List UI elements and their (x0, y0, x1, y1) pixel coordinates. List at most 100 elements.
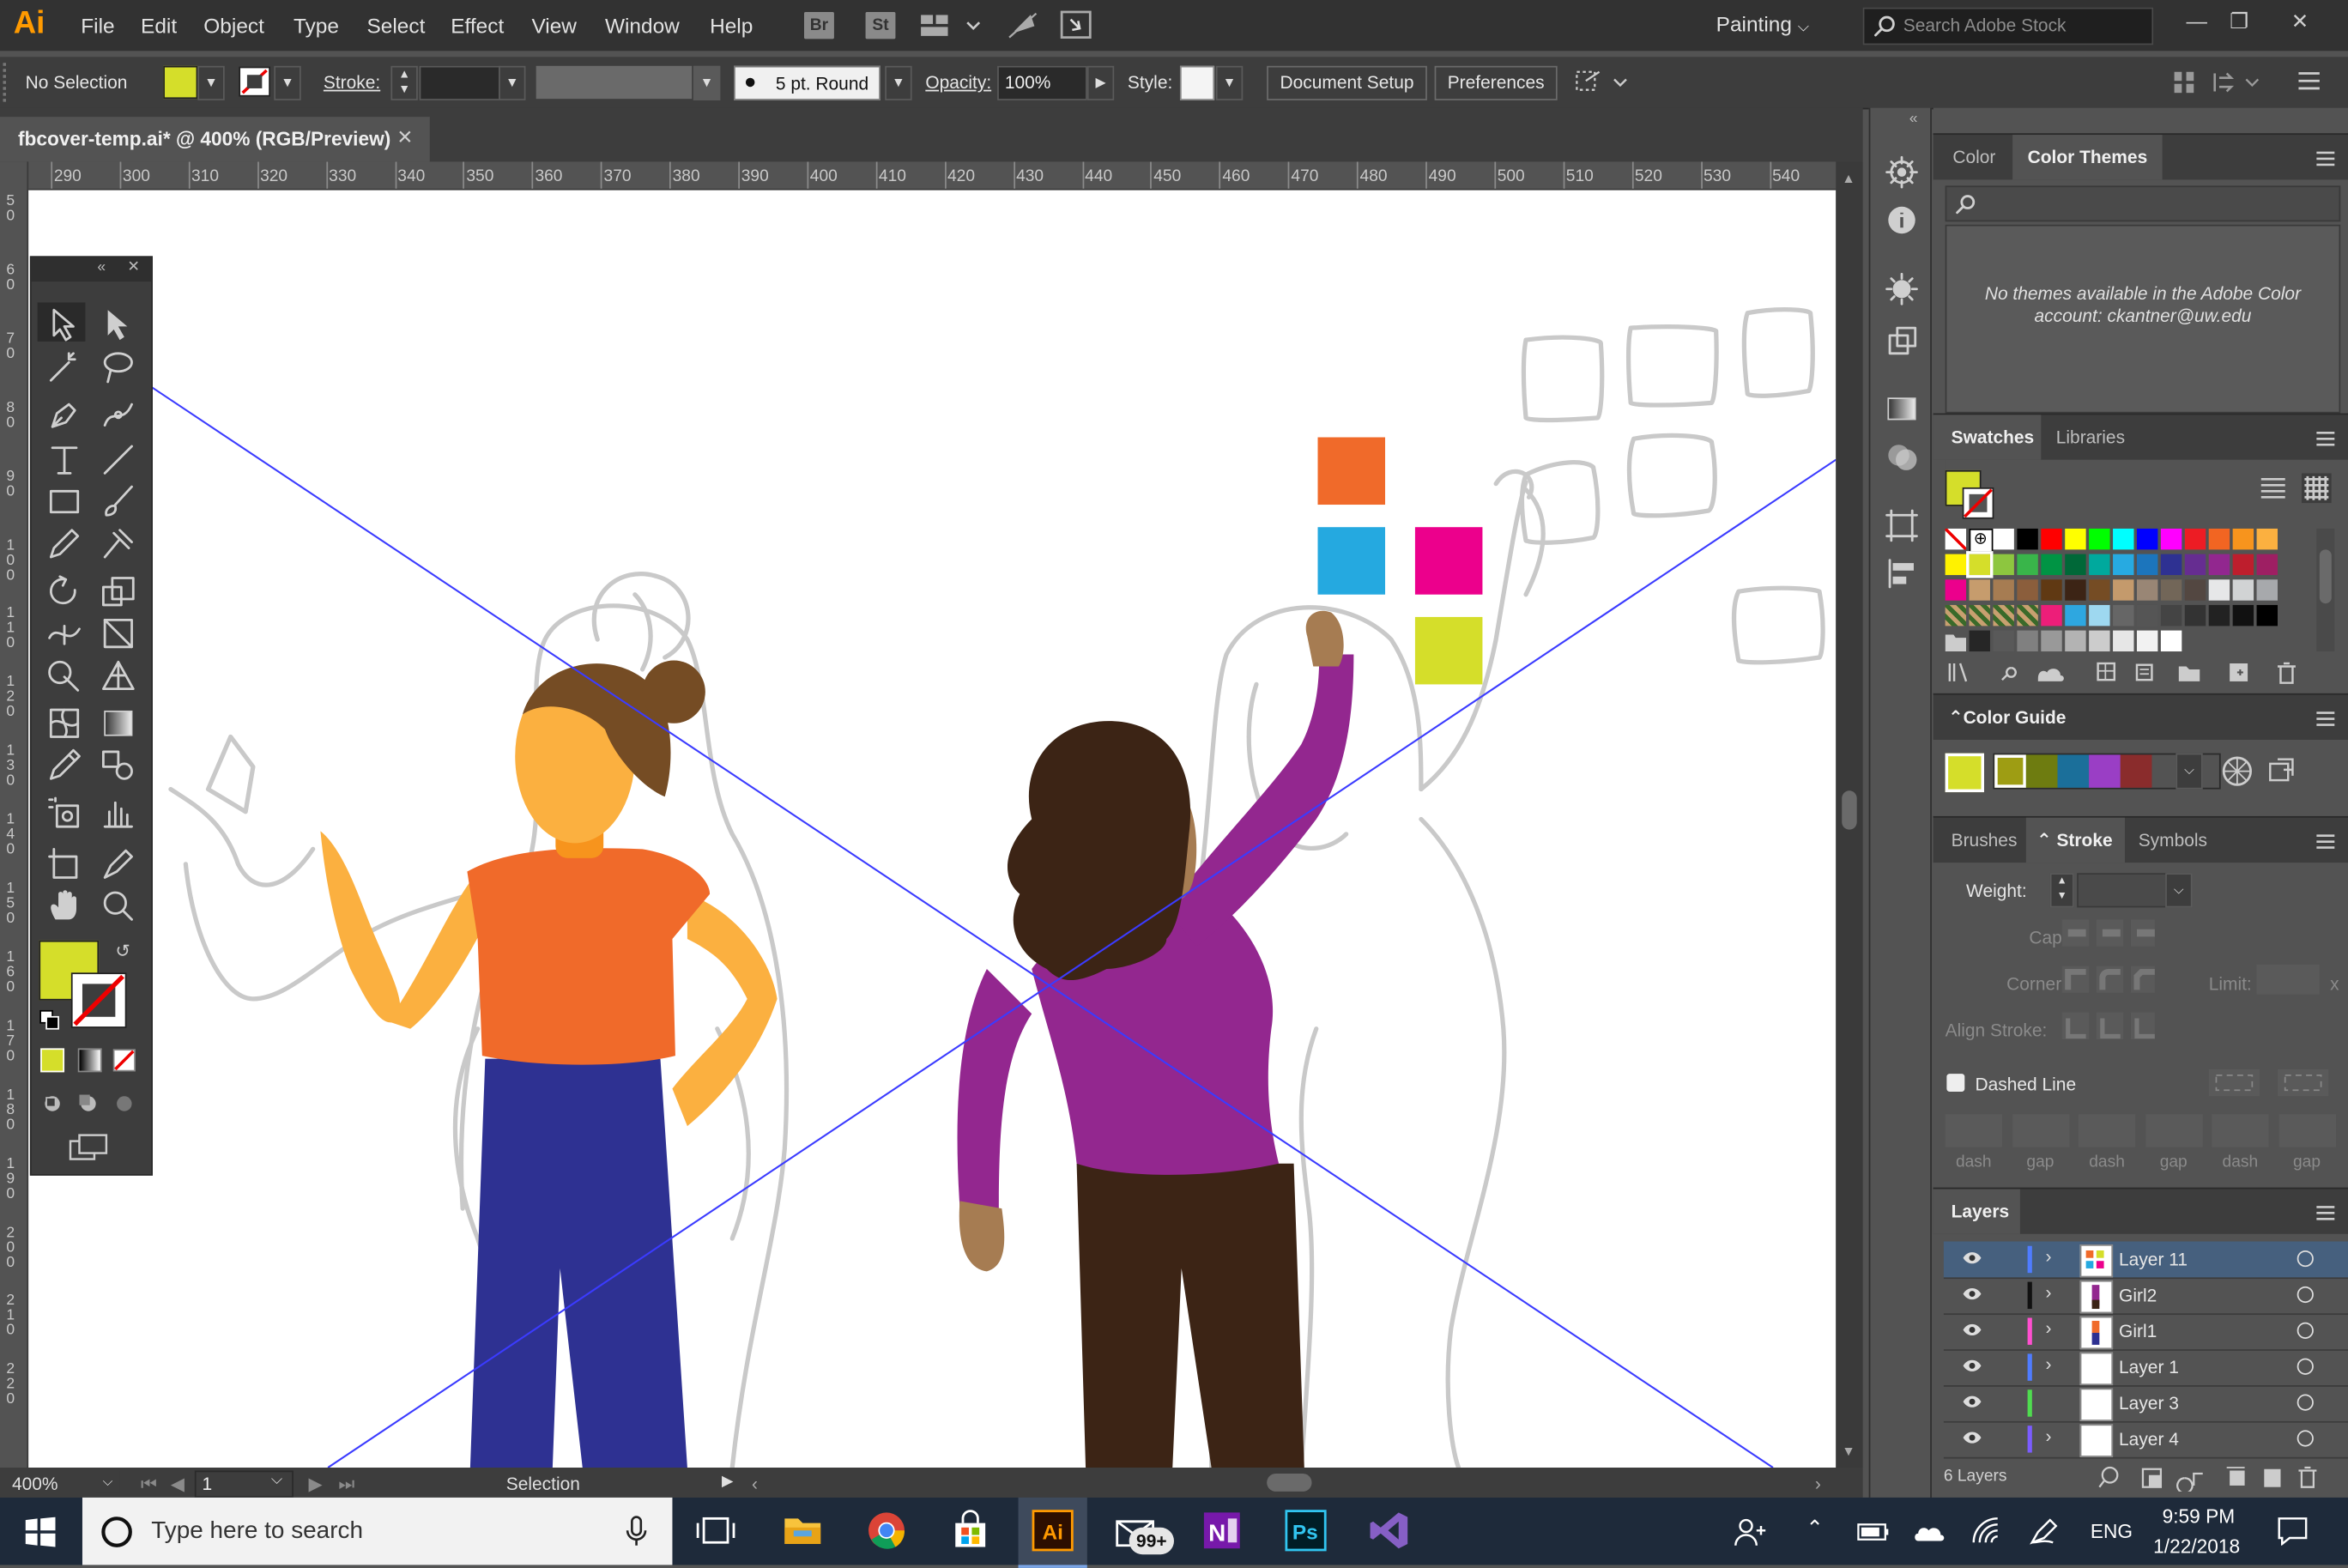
show-hidden-icons[interactable]: ⌃ (1806, 1516, 1823, 1541)
clock-date[interactable]: 1/22/2018 (2153, 1535, 2240, 1558)
screen-mode-icon[interactable] (68, 1132, 112, 1162)
swatch[interactable] (2208, 528, 2230, 550)
themes-search-input[interactable] (1945, 185, 2341, 222)
swatch[interactable] (2065, 604, 2086, 627)
scroll-thumb[interactable] (1842, 790, 1857, 830)
magic-wand-icon[interactable] (45, 348, 83, 386)
menu-object[interactable]: Object (203, 14, 264, 38)
hand-tool-icon[interactable] (45, 887, 83, 925)
align-panel-icon[interactable] (1885, 557, 1918, 590)
target-circle-icon[interactable] (2297, 1286, 2314, 1304)
swatch[interactable] (2113, 604, 2134, 627)
close-panel-icon[interactable]: ✕ (127, 259, 140, 275)
drawing-modes-icon[interactable] (40, 1090, 145, 1117)
swatch-pattern[interactable] (1969, 604, 1990, 627)
blend-tool-icon[interactable] (99, 746, 137, 784)
swatch[interactable] (2232, 604, 2254, 627)
swatch[interactable] (2113, 579, 2134, 601)
width-tool-icon[interactable] (45, 614, 83, 652)
opacity-arrow[interactable]: ▶ (1086, 65, 1115, 100)
menu-type[interactable]: Type (294, 14, 339, 38)
color-guide-base-color[interactable] (1945, 753, 1984, 793)
expand-arrow-icon[interactable]: › (2046, 1282, 2052, 1303)
stroke-dropdown[interactable]: ▼ (274, 65, 301, 100)
swatch[interactable] (2113, 554, 2134, 576)
close-window-button[interactable]: ✕ (2291, 9, 2309, 34)
layer-name[interactable]: Layer 4 (2119, 1429, 2179, 1450)
target-circle-icon[interactable] (2297, 1358, 2314, 1375)
action-center-icon[interactable] (2276, 1516, 2309, 1546)
expand-panels-icon[interactable]: « (1909, 111, 1918, 127)
perspective-grid-icon[interactable] (99, 656, 137, 694)
swatch[interactable] (2041, 554, 2062, 576)
list-view-icon[interactable] (2260, 476, 2286, 500)
swatch[interactable] (1993, 630, 2014, 652)
layer-row[interactable]: › Girl1 (1943, 1313, 2348, 1351)
rectangle-tool-icon[interactable] (45, 482, 83, 521)
limit-input[interactable] (2256, 964, 2320, 995)
swatch[interactable] (2160, 554, 2182, 576)
paintbrush-icon[interactable] (99, 482, 137, 521)
photoshop-icon[interactable]: Ps (1285, 1510, 1327, 1552)
swatch[interactable] (2136, 579, 2158, 601)
visual-studio-icon[interactable] (1369, 1510, 1411, 1552)
swatch[interactable] (1945, 554, 1967, 576)
document-tab[interactable]: fbcover-temp.ai* @ 400% (RGB/Preview) ✕ (0, 117, 430, 162)
swatch[interactable] (2041, 579, 2062, 601)
brightness-icon[interactable] (1885, 272, 1918, 306)
visibility-eye-icon[interactable] (1962, 1427, 1982, 1448)
menu-edit[interactable]: Edit (141, 14, 177, 38)
symbol-sprayer-icon[interactable] (45, 794, 83, 832)
document-setup-button[interactable]: Document Setup (1267, 65, 1427, 100)
layer-row[interactable]: › Girl2 (1943, 1277, 2348, 1316)
vertical-ruler[interactable]: 50 60 70 80 90 100 110 120 130 140 150 160 170 180 190… (0, 161, 29, 1468)
pencil-icon[interactable] (45, 524, 83, 563)
visibility-eye-icon[interactable] (1962, 1391, 1982, 1412)
layer-name[interactable]: Layer 11 (2119, 1249, 2188, 1269)
control-menu-icon[interactable] (2297, 70, 2321, 91)
swatch[interactable] (2208, 554, 2230, 576)
brush-definition[interactable]: 5 pt. Round (734, 65, 881, 100)
minimize-button[interactable]: — (2187, 9, 2207, 33)
menu-select[interactable]: Select (367, 14, 426, 38)
none-mode-button[interactable] (112, 1048, 136, 1072)
layer-name[interactable]: Girl2 (2119, 1285, 2157, 1305)
swatch[interactable] (2184, 579, 2206, 601)
swatch[interactable] (1945, 579, 1967, 601)
swatch[interactable] (2136, 554, 2158, 576)
swatch[interactable] (2184, 528, 2206, 550)
layer-name[interactable]: Layer 1 (2119, 1357, 2179, 1377)
status-menu-arrow[interactable]: ▶ (722, 1474, 733, 1490)
store-icon[interactable] (949, 1510, 991, 1552)
visibility-eye-icon[interactable] (1962, 1248, 1982, 1268)
align-stroke-buttons[interactable] (2056, 1009, 2155, 1042)
cap-buttons[interactable] (2056, 917, 2155, 949)
appearance-icon[interactable] (1885, 155, 1918, 189)
swap-colors-icon[interactable]: ↺ (115, 941, 130, 961)
swatch[interactable] (2089, 554, 2110, 576)
graphic-style-swatch[interactable] (1179, 65, 1215, 100)
harmony-dropdown[interactable]: ⌵ (2176, 753, 2203, 790)
graph-tool-icon[interactable] (99, 794, 137, 832)
stroke-none-box[interactable] (69, 971, 129, 1031)
artboard-tool-icon[interactable] (45, 845, 83, 883)
expand-arrow-icon[interactable]: › (2046, 1353, 2052, 1374)
swatch[interactable] (2160, 579, 2182, 601)
transparency-icon[interactable] (1885, 440, 1918, 473)
mesh-tool-icon[interactable] (45, 704, 83, 742)
chrome-icon[interactable] (866, 1510, 908, 1552)
bridge-button[interactable]: Br (804, 11, 834, 39)
panel-menu-icon[interactable] (2315, 430, 2336, 448)
swatch[interactable] (2136, 604, 2158, 627)
swatches-stroke-preview[interactable] (1962, 487, 1994, 519)
swatch[interactable] (2256, 528, 2278, 550)
swatches-scroll-thumb[interactable] (2319, 549, 2332, 604)
hscroll-left-arrow[interactable]: ‹ (752, 1474, 758, 1494)
weight-input[interactable] (2077, 873, 2167, 908)
dash-gap-fields[interactable]: dash gap dash gap dash gap (1945, 1114, 2338, 1180)
stroke-weight-input[interactable] (419, 65, 502, 100)
stroke-label[interactable]: Stroke: (324, 72, 380, 93)
menu-view[interactable]: View (531, 14, 577, 38)
gradient-tool-icon[interactable] (99, 704, 137, 742)
tab-color[interactable]: Color (1952, 147, 1995, 167)
